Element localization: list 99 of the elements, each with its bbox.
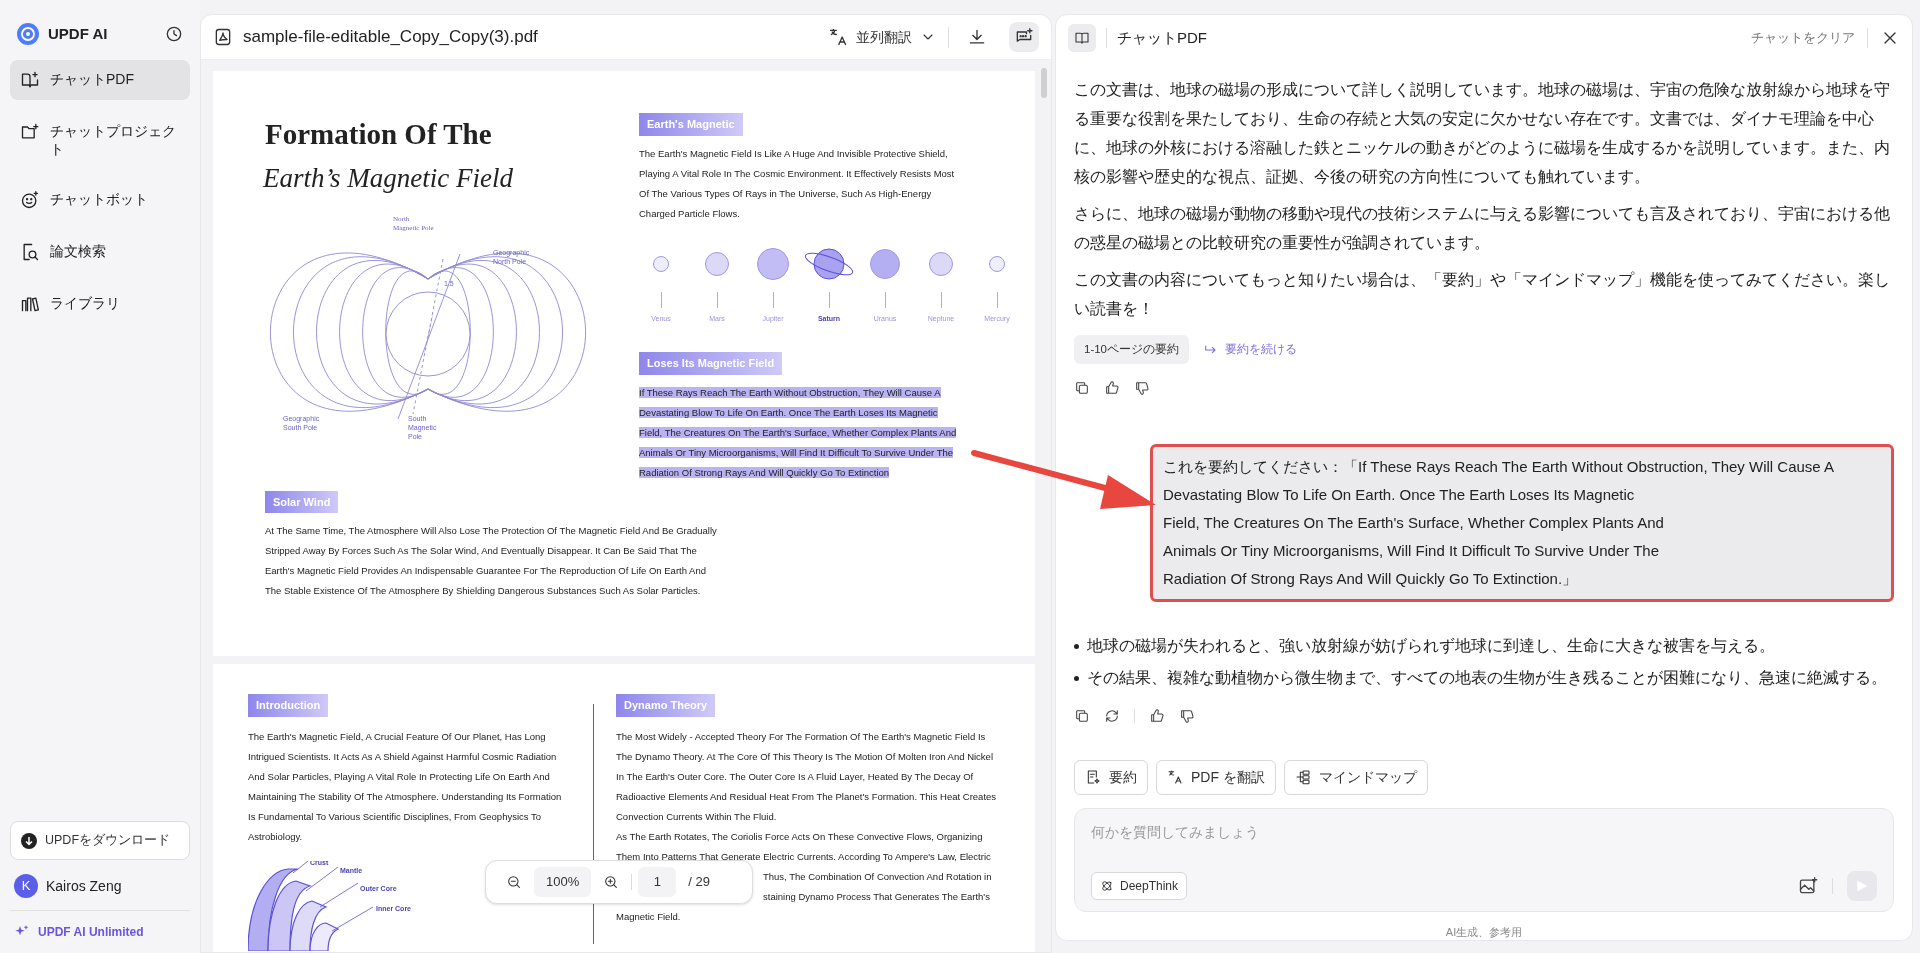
translate-icon: [1167, 769, 1183, 785]
thumbs-up-button[interactable]: [1104, 380, 1120, 397]
regenerate-button[interactable]: [1104, 708, 1120, 725]
translate-icon: [828, 27, 848, 47]
upgrade-link[interactable]: UPDF AI Unlimited: [10, 911, 190, 941]
pdf-text-line: In The Earth's Outer Core. The Outer Core Is A Fluid Layer, Heated By The Decay Of: [616, 769, 974, 784]
quick-action-button[interactable]: マインドマップ: [1283, 759, 1428, 795]
page-number-field[interactable]: 1: [638, 867, 677, 897]
zoom-out-icon: [506, 874, 522, 890]
planet-icon: [929, 251, 953, 276]
zoom-level[interactable]: 100%: [534, 867, 592, 897]
pdf-text-line: The Dynamo Theory. At The Core Of This Theory Is The Motion Of Molten Iron And Nickel: [616, 749, 993, 764]
refresh-icon: [1104, 708, 1120, 725]
thumbs-up-icon: [1149, 708, 1165, 725]
sidebar-item[interactable]: チャットボット: [10, 180, 190, 220]
pdf-text-line: Maintaining The Stability Of The Atmosphere. Understanding Its Formation: [248, 789, 562, 804]
chat-title: チャットPDF: [1117, 27, 1208, 48]
deepthink-button[interactable]: DeepThink: [1091, 871, 1188, 900]
file-name: sample-file-editable_Copy_Copy(3).pdf: [243, 26, 539, 49]
pdf-text-line: Them Into Patterns That Generate Electric Currents. According To Ampere's Law, Electric: [616, 849, 991, 864]
planet-icon: [757, 247, 789, 280]
planet-icon: [870, 248, 900, 279]
chat-input-box[interactable]: 何かを質問してみましょう DeepThink: [1074, 807, 1894, 912]
atom-icon: [1100, 878, 1114, 893]
download-button[interactable]: UPDFをダウンロード: [10, 821, 190, 860]
translate-dropdown[interactable]: 並列翻訳: [828, 26, 949, 48]
ai-message-text: 地球の磁場が失われると、強い放射線が妨げられず地球に到達し、生命に大きな被害を与える。: [1087, 636, 1775, 657]
thumbs-down-button[interactable]: [1134, 380, 1150, 397]
book-icon: [1074, 30, 1090, 46]
book-sparkle-icon: [20, 70, 40, 90]
page-count: / 29: [688, 873, 710, 892]
logo-icon: [16, 22, 40, 46]
thumbs-up-icon: [1104, 380, 1120, 397]
user-avatar: K: [14, 874, 38, 898]
section-heading: Introduction: [248, 694, 329, 717]
pdf-text-line: Is Fundamental To Various Scientific Disciplines, From Geophysics To: [248, 809, 542, 824]
pdf-text-line: Intrigued Scientists. It Acts As A Shield Against Harmful Cosmic Radiation: [248, 749, 557, 764]
planet-icon: [989, 255, 1005, 272]
pdf-text-line: Thus, The Combination Of Convection And Rotation in: [763, 869, 992, 884]
image-plus-icon: [1798, 875, 1818, 896]
section-heading: Loses Its Magnetic Field: [639, 352, 783, 375]
document-subtitle: Earth’s Magnetic Field: [263, 162, 514, 195]
section-heading: Solar Wind: [265, 490, 339, 513]
ai-message-text: この文書の内容についてもっと知りたい場合は、「要約」や「マインドマップ」機能を使ってみてください。楽しい読書を！: [1074, 270, 1891, 319]
quick-action-button[interactable]: PDF を翻訳: [1156, 759, 1276, 795]
summary-chip[interactable]: 1-10ページの要約: [1074, 335, 1190, 365]
quick-action-button[interactable]: 要約: [1074, 759, 1148, 795]
user-name: Kairos Zeng: [46, 876, 122, 896]
mind-map-icon: [1294, 769, 1311, 785]
ai-disclaimer: AI生成、参考用: [1444, 924, 1524, 940]
ringed-planet-icon: [803, 246, 855, 281]
pdf-paragraph: At The Same Time, The Atmosphere Will Also Lose The Protection Of The Magnetic Field And Be Gradually Stripped Away By Forces Such As The Solar Wind, And Eventually Disappear. It Can Be Said That The Earth's Magnetic Field Provides An Indispensable Guarantee For The Reproduction Of Life On Earth And The Stable Existence Of The Atmosphere By Shielding Dangerous Substances Such As Solar Particles.: [265, 524, 718, 598]
ai-message-text: さらに、地球の磁場が動物の移動や現代の技術システムに与える影響についても言及されており、宇宙における他の惑星の磁場との比較研究の重要性が強調されています。: [1074, 204, 1891, 253]
pdf-text-line: Magnetic Field.: [616, 909, 681, 924]
pdf-text-line: Astrobiology.: [248, 829, 303, 844]
clear-chat-button[interactable]: チャットをクリア: [1751, 28, 1868, 48]
summary-icon: [1085, 769, 1101, 785]
section-heading: Earth's Magnetic: [639, 113, 743, 136]
pdf-text-line: The Earth's Magnetic Field, A Crucial Feature Of Our Planet, Has Long: [248, 729, 546, 744]
sidebar-item[interactable]: チャットプロジェクト: [10, 112, 190, 168]
continue-summary-link[interactable]: 要約を続ける: [1203, 341, 1298, 359]
zoom-in-icon: [603, 874, 620, 890]
thumbs-up-button[interactable]: [1149, 708, 1165, 725]
sidebar-item[interactable]: 論文検索: [10, 232, 190, 272]
planet-icon: [705, 251, 729, 276]
outline-button[interactable]: [1068, 24, 1096, 52]
pdf-paragraph: The Earth's Magnetic Field Is Like A Huge And Invisible Protective Shield, Playing A Vital Role In The Cosmic Environment. It Effectively Resists Most Of The Various Types Of Rays in The Universe, Such As High-Energy Charged Particle Flows.: [639, 146, 956, 221]
folder-plus-icon: [20, 122, 40, 142]
pdf-text-line: As The Earth Rotates, The Coriolis Force Acts On These Convective Flows, Organizing: [616, 829, 983, 844]
image-upload-button[interactable]: [1798, 875, 1818, 896]
pdf-paragraph: If These Rays Reach The Earth Without Obstruction, They Will Cause A Devastating Blow To Life On Earth. Once The Earth Loses Its Magnetic Field, The Creatures On The Earth's Surface, Whether Complex Plants And Animals Or Tiny Microorganisms, Will Find It Difficult To Survive Under The Radiation Of Strong Rays And Will Quickly Go To Extinction: [639, 385, 958, 480]
ai-message-text: その結果、複雑な動植物から微生物まで、すべての地表の生物が生き残ることが困難になり、急速に絶滅する。: [1087, 668, 1887, 689]
smiley-sparkle-icon: [20, 190, 40, 210]
copy-icon: [1074, 380, 1090, 397]
thumbs-down-button[interactable]: [1179, 708, 1195, 725]
brand-name: UPDF AI: [48, 23, 108, 44]
pdf-text-line: Convection Currents Within The Fluid.: [616, 809, 777, 824]
sidebar-item[interactable]: ライブラリ: [10, 284, 190, 324]
pdf-text-line: staining Dynamo Process That Generates The Earth's: [763, 889, 990, 904]
ai-message-text: この文書は、地球の磁場の形成について詳しく説明しています。地球の磁場は、宇宙の危険な放射線から地球を守る重要な役割を果たしており、生命の存続と大気の安定に欠かせない存在です。文書では、ダイナモ理論を中心に、地球の外核における溶融した鉄とニッケルの動きがどのように磁場を生成するかを説明しています。また、内核の影響や歴史的な視点、証拠、今後の研究の方向性についても触れています。: [1074, 80, 1891, 187]
section-heading: Dynamo Theory: [616, 694, 716, 717]
thumbs-down-icon: [1179, 708, 1195, 725]
thumbs-down-icon: [1134, 380, 1150, 397]
scrollbar-thumb[interactable]: [1041, 68, 1047, 98]
user-message: これを要約してください：「If These Rays Reach The Earth Without Obstruction, They Will Cause A Devastating Blow To Life On Earth. Once The Earth Loses Its Magnetic Field, The Creatures On The Earth's Surface, Whether Complex Plants And Animals Or Tiny Microorganisms, Will Find It Difficult To Survive Under The Radiation Of Strong Rays And Will Quickly Go To Extinction.」: [1150, 444, 1894, 603]
history-icon: [164, 24, 184, 44]
download-icon: [967, 27, 987, 47]
document-title: Formation Of The: [265, 117, 493, 152]
copy-button[interactable]: [1074, 708, 1090, 725]
sidebar-item[interactable]: チャットPDF: [10, 60, 190, 100]
download-icon: [21, 832, 37, 849]
pdf-file-icon: [213, 27, 233, 47]
copy-button[interactable]: [1074, 380, 1090, 397]
pdf-text-line: And Solar Particles, Playing A Vital Role In Protecting Life On Earth And: [248, 769, 550, 784]
pdf-text-line: The Most Widely - Accepted Theory For The Formation Of The Earth's Magnetic Field Is: [616, 729, 986, 744]
pdf-text-line: Radioactive Elements And Residual Heat From The Planet's Formation. This Heat Creates: [616, 789, 997, 804]
planet-icon: [653, 255, 669, 272]
ai-chat-button[interactable]: [1009, 22, 1039, 52]
copy-icon: [1074, 708, 1090, 725]
